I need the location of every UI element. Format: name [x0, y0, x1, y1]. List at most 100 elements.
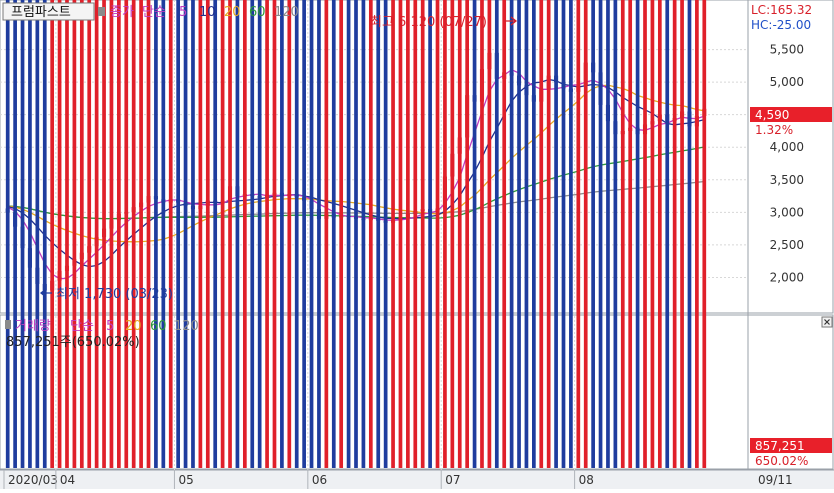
- volume-bar: [94, 0, 99, 468]
- volume-bar: [176, 0, 180, 468]
- volume-bar: [5, 0, 10, 468]
- volume-bar: [213, 0, 218, 468]
- volume-bar: [220, 0, 225, 468]
- volume-bar: [20, 0, 25, 468]
- volume-bar: [532, 0, 536, 468]
- volume-bar: [657, 0, 662, 468]
- volume-bar: [331, 0, 336, 468]
- x-tick-label: 08: [579, 473, 594, 487]
- volume-bar: [280, 0, 284, 468]
- volume-ma-60: 60: [150, 319, 167, 334]
- price-tick-label: 5,500: [770, 43, 804, 57]
- volume-title: 거래량: [15, 319, 51, 334]
- ma-period-60: 60: [249, 5, 266, 20]
- volume-pct: 650.02%: [755, 454, 808, 468]
- price-tick-label: 5,000: [770, 75, 804, 89]
- volume-bar: [457, 0, 462, 468]
- volume-bar: [643, 0, 647, 468]
- x-tick-label: 2020/03: [8, 473, 58, 487]
- price-legend: 프럼파스트 종가 단순 5 10 20 60 120: [2, 2, 299, 21]
- volume-bar: [228, 0, 232, 468]
- volume-bar: [480, 0, 484, 468]
- volume-bar: [146, 0, 151, 468]
- volume-bar: [509, 0, 514, 468]
- volume-bar: [317, 0, 321, 468]
- volume-bar: [398, 0, 403, 468]
- volume-bar: [487, 0, 492, 468]
- volume-bar: [361, 0, 366, 468]
- volume-bar: [702, 0, 707, 468]
- ma-period-10: 10: [199, 5, 216, 20]
- volume-bar: [376, 0, 381, 468]
- volume-legend-grip-icon: [5, 320, 11, 329]
- volume-bar: [524, 0, 529, 468]
- volume-ma-120: 120: [174, 319, 199, 334]
- volume-bar: [406, 0, 410, 468]
- volume-bar: [635, 0, 640, 468]
- volume-bar: [72, 0, 77, 468]
- ma-period-5: 5: [179, 5, 187, 20]
- x-tick-label-date: 09/11: [758, 473, 793, 487]
- volume-bar: [42, 0, 47, 468]
- volume-bar: [131, 0, 136, 468]
- volume-bar: [13, 0, 17, 468]
- volume-bar: [591, 0, 595, 468]
- volume-bar: [428, 0, 432, 468]
- price-tick-label: 3,000: [770, 205, 804, 219]
- low-annotation: 최저 1,730 (03/23): [56, 287, 173, 302]
- volume-bar: [250, 0, 255, 468]
- chart-window: 2,0002,5003,0003,5004,0004,5005,0005,500…: [0, 0, 834, 489]
- volume-bar: [413, 0, 418, 468]
- price-tick-label: 4,000: [770, 140, 804, 154]
- volume-bar: [665, 0, 670, 468]
- volume-bar: [265, 0, 269, 468]
- volume-bar: [183, 0, 188, 468]
- current-volume: 857,251: [755, 439, 805, 453]
- volume-bar: [302, 0, 306, 468]
- current-price: 4,590: [755, 108, 789, 122]
- high-annotation: 최고 6,120 (07/27): [370, 15, 487, 30]
- volume-bar: [257, 0, 262, 468]
- volume-bar: [154, 0, 158, 468]
- volume-ma-5: 5: [106, 319, 114, 334]
- volume-bar: [680, 0, 684, 468]
- volume-bar: [139, 0, 143, 468]
- volume-bar: [620, 0, 625, 468]
- volume-bar: [109, 0, 114, 468]
- volume-bar: [368, 0, 373, 468]
- volume-bar: [168, 0, 173, 468]
- volume-bar: [383, 0, 388, 468]
- volume-bar: [443, 0, 447, 468]
- x-tick-label: 07: [445, 473, 460, 487]
- x-tick-label: 04: [60, 473, 75, 487]
- volume-bar: [420, 0, 425, 468]
- volume-bar: [606, 0, 610, 468]
- volume-bar: [583, 0, 588, 468]
- volume-bar: [272, 0, 277, 468]
- volume-bar: [198, 0, 203, 468]
- hc-indicator: HC:-25.00: [751, 18, 811, 32]
- volume-bar: [695, 0, 699, 468]
- volume-bar: [205, 0, 210, 468]
- time-axis-bar: [0, 470, 834, 489]
- volume-bar: [554, 0, 558, 468]
- volume-bar: [287, 0, 292, 468]
- volume-bar: [561, 0, 566, 468]
- volume-bar: [354, 0, 358, 468]
- legend-grip-icon: [98, 7, 105, 16]
- volume-bar: [450, 0, 455, 468]
- ma-period-120: 120: [274, 5, 299, 20]
- volume-bar: [502, 0, 507, 468]
- volume-bar: [569, 0, 573, 468]
- x-tick-label: 05: [178, 473, 193, 487]
- volume-bar: [672, 0, 677, 468]
- volume-bar: [576, 0, 581, 468]
- volume-bar: [191, 0, 195, 468]
- volume-bar: [124, 0, 129, 468]
- volume-bar: [57, 0, 62, 468]
- volume-bar: [79, 0, 84, 468]
- volume-bar: [539, 0, 544, 468]
- price-change-pct: 1.32%: [755, 123, 793, 137]
- volume-bar: [435, 0, 440, 468]
- volume-bar: [472, 0, 477, 468]
